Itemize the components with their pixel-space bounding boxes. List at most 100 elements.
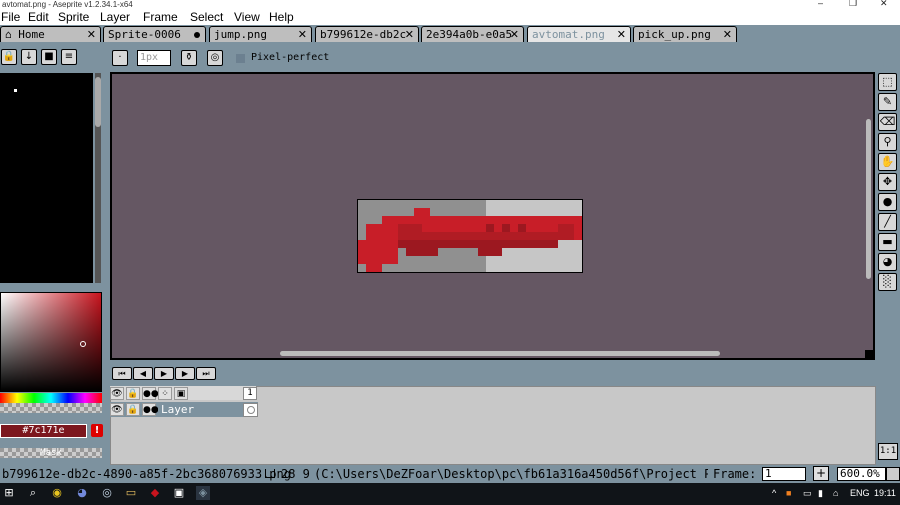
- tray-app-icon[interactable]: ■: [786, 486, 791, 500]
- menu-layer[interactable]: Layer: [100, 10, 130, 24]
- pixel-perfect-checkbox[interactable]: [236, 54, 245, 63]
- play-icon[interactable]: ▶: [154, 367, 174, 380]
- close-icon[interactable]: ✕: [87, 27, 96, 42]
- contour-tool-icon[interactable]: ◕: [878, 253, 897, 271]
- tab-label: avtomat.png: [532, 28, 605, 41]
- warning-icon[interactable]: !: [91, 424, 103, 437]
- tab-jump[interactable]: jump.png ✕: [209, 26, 312, 42]
- first-frame-icon[interactable]: ⏮: [112, 367, 132, 380]
- menu-select[interactable]: Select: [190, 10, 223, 24]
- alpha-slider[interactable]: [0, 403, 102, 413]
- discord-icon[interactable]: ◕: [75, 486, 89, 500]
- layer-name[interactable]: Layer: [158, 403, 242, 416]
- last-frame-icon[interactable]: ⏭: [196, 367, 216, 380]
- menu-help[interactable]: Help: [269, 10, 294, 24]
- frame-label: Frame:: [713, 467, 757, 481]
- line-tool-icon[interactable]: ╱: [878, 213, 897, 231]
- one-to-one-button[interactable]: 1:1: [878, 443, 898, 460]
- zoom-input[interactable]: 600.0%: [837, 467, 886, 481]
- maximize-icon[interactable]: ❐: [849, 0, 857, 8]
- language-indicator[interactable]: ENG: [850, 486, 870, 500]
- tab-pick-up[interactable]: pick_up.png ✕: [633, 26, 737, 42]
- menu-view[interactable]: View: [234, 10, 260, 24]
- tab-2e394a0b[interactable]: 2e394a0b-e0a5 ✕: [421, 26, 524, 42]
- tab-label: jump.png: [214, 28, 267, 41]
- search-icon[interactable]: ⌕: [26, 486, 40, 500]
- hue-slider[interactable]: [0, 393, 102, 403]
- previous-frame-icon[interactable]: ◀: [133, 367, 153, 380]
- visibility-header-icon[interactable]: 👁: [110, 387, 124, 400]
- blur-tool-icon[interactable]: ░: [878, 273, 897, 291]
- palette-menu-icon[interactable]: ≡: [61, 49, 77, 65]
- tab-home[interactable]: ⌂ Home ✕: [0, 26, 101, 42]
- minimize-icon[interactable]: –: [818, 0, 823, 8]
- zoom-menu-button[interactable]: [886, 467, 900, 481]
- color-cursor[interactable]: [80, 341, 86, 347]
- add-frame-button[interactable]: +: [813, 466, 829, 481]
- tray-display-icon[interactable]: ▭: [803, 486, 812, 500]
- menu-edit[interactable]: Edit: [28, 10, 49, 24]
- next-frame-icon[interactable]: ▶: [175, 367, 195, 380]
- ink-type-icon[interactable]: ⚱: [181, 50, 197, 66]
- brush-size-input[interactable]: 1px: [137, 50, 171, 66]
- cel-dot-icon: [247, 406, 255, 414]
- battery-icon[interactable]: ▮: [818, 486, 823, 500]
- palette-scrollbar[interactable]: [95, 73, 101, 283]
- layer-lock-icon[interactable]: 🔒: [126, 403, 140, 416]
- file-explorer-icon[interactable]: ▭: [124, 486, 138, 500]
- menu-sprite[interactable]: Sprite: [58, 10, 89, 24]
- close-icon[interactable]: ✕: [510, 27, 519, 42]
- continuous-header-icon[interactable]: ●●: [142, 387, 159, 400]
- layer-visibility-icon[interactable]: 👁: [110, 403, 124, 416]
- mask-color-button[interactable]: Mask: [0, 448, 102, 458]
- lock-header-icon[interactable]: 🔒: [126, 387, 140, 400]
- frame-number-header[interactable]: 1: [243, 387, 257, 400]
- close-icon[interactable]: ✕: [617, 27, 626, 42]
- tab-avtomat[interactable]: avtomat.png ✕: [527, 26, 631, 42]
- palette-preset-icon[interactable]: ■: [41, 49, 57, 65]
- lock-palette-icon[interactable]: 🔒: [1, 49, 17, 65]
- editor-vertical-scrollbar[interactable]: [865, 74, 873, 350]
- opacity-icon[interactable]: ◎: [207, 50, 223, 66]
- steam-icon[interactable]: ◎: [100, 486, 114, 500]
- layer-cel[interactable]: [243, 403, 258, 417]
- app-icon[interactable]: ◆: [148, 486, 162, 500]
- eraser-tool-icon[interactable]: ⌫: [878, 113, 897, 131]
- sort-palette-icon[interactable]: ↓: [21, 49, 37, 65]
- status-filename: b799612e-db2c-4890-a85f-2bc368076933.png: [2, 467, 291, 481]
- frame-input[interactable]: 1: [762, 467, 806, 481]
- aseprite-taskbar-icon[interactable]: ◈: [196, 486, 210, 500]
- tab-b799612e[interactable]: b799612e-db2c ✕: [315, 26, 419, 42]
- move-tool-icon[interactable]: ✥: [878, 173, 897, 191]
- menu-file[interactable]: File: [1, 10, 20, 24]
- tab-sprite-0006[interactable]: Sprite-0006: [103, 26, 206, 42]
- rectangle-tool-icon[interactable]: ▬: [878, 233, 897, 251]
- onion-skin-icon[interactable]: ⁘: [158, 387, 172, 400]
- chrome-icon[interactable]: ◉: [50, 486, 64, 500]
- hand-tool-icon[interactable]: ✋: [878, 153, 897, 171]
- foreground-color-field[interactable]: #7c171e: [0, 424, 87, 438]
- terminal-icon[interactable]: ▣: [172, 486, 186, 500]
- eyedropper-tool-icon[interactable]: ⚲: [878, 133, 897, 151]
- close-icon[interactable]: ✕: [723, 27, 732, 42]
- close-icon[interactable]: ✕: [405, 27, 414, 42]
- palette-swatch[interactable]: [14, 89, 17, 92]
- editor-horizontal-scrollbar[interactable]: [112, 350, 865, 358]
- windows-start-icon[interactable]: ⊞: [2, 486, 16, 500]
- marquee-tool-icon[interactable]: ⬚: [878, 73, 897, 91]
- palette-preview[interactable]: [0, 73, 93, 283]
- brush-type-icon[interactable]: ·: [112, 50, 128, 66]
- status-path: (C:\Users\DeZFoar\Desktop\pc\fb61a316a45…: [314, 467, 708, 481]
- layer-continuous-icon[interactable]: ●●: [142, 403, 159, 416]
- tray-expand-icon[interactable]: ^: [772, 486, 776, 500]
- menu-frame[interactable]: Frame: [143, 10, 178, 24]
- close-icon[interactable]: ✕: [298, 27, 307, 42]
- paint-bucket-tool-icon[interactable]: ●: [878, 193, 897, 211]
- system-clock[interactable]: 19:11: [874, 486, 896, 500]
- tab-label: Home: [18, 28, 45, 41]
- frame-settings-icon[interactable]: ▣: [174, 387, 188, 400]
- network-icon[interactable]: ⌂: [833, 486, 838, 500]
- saturation-value-picker[interactable]: [0, 292, 102, 392]
- close-window-icon[interactable]: ✕: [880, 0, 888, 8]
- pencil-tool-icon[interactable]: ✎: [878, 93, 897, 111]
